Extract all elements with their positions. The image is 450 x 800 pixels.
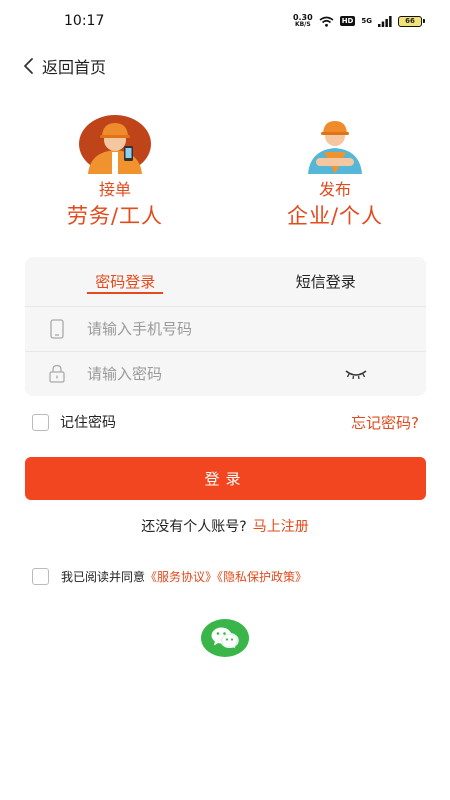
eye-closed-icon[interactable] [344,366,368,382]
role-employer-title: 发布 [318,180,351,199]
worker-with-phone-icon [79,115,151,174]
phone-icon [47,319,67,339]
tab-password-login[interactable]: 密码登录 [25,257,226,306]
wechat-login-button[interactable] [201,619,249,657]
role-worker[interactable]: 接单 劳务/工人 [30,114,200,230]
back-button[interactable]: 返回首页 [22,52,106,80]
phone-input[interactable] [87,320,327,338]
wechat-icon [211,627,239,649]
login-button[interactable]: 登录 [25,457,426,500]
network-speed-value: 0.30 [292,13,313,22]
password-input[interactable] [87,364,327,383]
register-row: 还没有个人账号? 马上注册 [0,516,450,536]
agreement-checkbox[interactable] [32,568,49,585]
register-prompt: 还没有个人账号? [141,519,247,535]
agreement-text: 我已阅读并同意 [61,570,146,584]
role-employer-subtitle: 企业/个人 [286,204,384,228]
worker-arms-crossed-icon [308,121,362,174]
remember-label: 记住密码 [60,415,116,431]
lock-icon [47,364,67,384]
phone-row [25,307,426,351]
remember-password-row[interactable]: 记住密码 [32,412,116,432]
service-agreement-link[interactable]: 《服务协议》 [145,570,217,584]
agreement-row: 我已阅读并同意《服务协议》《隐私保护政策》 [32,568,307,585]
network-type: 5G [361,17,372,25]
tab-sms-login[interactable]: 短信登录 [226,257,427,306]
hd-badge: HD [339,16,356,26]
role-employer[interactable]: 发布 企业/个人 [250,114,420,230]
status-icons: 0.30 KB/S HD 5G 66 [292,13,425,29]
back-label: 返回首页 [42,58,107,77]
role-worker-subtitle: 劳务/工人 [66,204,164,228]
network-speed-unit: KB/S [294,21,311,28]
privacy-policy-link[interactable]: 《隐私保护政策》 [217,570,307,584]
network-speed: 0.30 KB/S [292,13,313,29]
wifi-icon [319,16,334,27]
password-row [25,351,426,395]
forgot-password-link[interactable]: 忘记密码? [351,412,419,433]
battery-icon: 66 [398,15,425,27]
register-link[interactable]: 马上注册 [253,519,309,535]
battery-level: 66 [405,17,415,25]
login-tabs: 密码登录 短信登录 [25,257,426,307]
chevron-left-icon [24,58,33,74]
login-card: 密码登录 短信登录 [25,257,426,396]
status-time: 10:17 [64,13,105,29]
remember-checkbox[interactable] [32,413,49,431]
signal-icon [378,15,392,27]
role-worker-title: 接单 [98,180,131,199]
status-bar: 10:17 0.30 KB/S HD 5G 66 [0,0,450,44]
